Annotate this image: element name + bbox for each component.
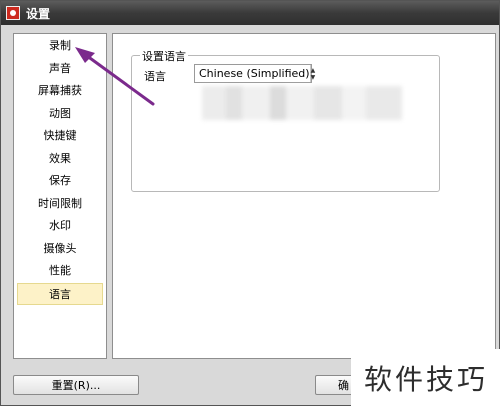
watermark-text: 软件技巧 xyxy=(351,349,500,407)
language-select[interactable]: Chinese (Simplified) ▲ ▼ xyxy=(194,64,315,83)
language-select-value: Chinese (Simplified) xyxy=(199,67,310,80)
sidebar-item-save[interactable]: 保存 xyxy=(17,170,103,193)
language-group-legend: 设置语言 xyxy=(140,48,188,64)
window-title: 设置 xyxy=(26,6,51,21)
reset-button[interactable]: 重置(R)... xyxy=(13,375,139,395)
title-bar: 设置 xyxy=(1,1,499,25)
sidebar-item-sound[interactable]: 声音 xyxy=(17,58,103,81)
blurred-region xyxy=(202,86,402,120)
sidebar-item-language[interactable]: 语言 xyxy=(17,282,103,305)
sidebar-item-gif[interactable]: 动图 xyxy=(17,103,103,126)
sidebar-item-effects[interactable]: 效果 xyxy=(17,148,103,171)
sidebar-item-watermark[interactable]: 水印 xyxy=(17,215,103,238)
sidebar-item-camera[interactable]: 摄像头 xyxy=(17,238,103,261)
language-groupbox: 设置语言 语言 Chinese (Simplified) ▲ ▼ xyxy=(131,48,440,192)
sidebar-item-hotkeys[interactable]: 快捷键 xyxy=(17,125,103,148)
sidebar-item-record[interactable]: 录制 xyxy=(17,35,103,58)
app-icon xyxy=(6,6,20,20)
sidebar-item-performance[interactable]: 性能 xyxy=(17,260,103,283)
language-label: 语言 xyxy=(144,70,166,83)
settings-content-panel: 设置语言 语言 Chinese (Simplified) ▲ ▼ xyxy=(112,33,496,359)
settings-sidebar: 录制 声音 屏幕捕获 动图 快捷键 效果 保存 时间限制 水印 摄像头 性能 语… xyxy=(13,33,107,359)
select-arrows-icon[interactable]: ▲ ▼ xyxy=(309,65,315,82)
sidebar-item-screen-capture[interactable]: 屏幕捕获 xyxy=(17,80,103,103)
settings-window: 设置 录制 声音 屏幕捕获 动图 快捷键 效果 保存 时间限制 水印 摄像头 性… xyxy=(0,0,500,407)
sidebar-item-time-limit[interactable]: 时间限制 xyxy=(17,193,103,216)
